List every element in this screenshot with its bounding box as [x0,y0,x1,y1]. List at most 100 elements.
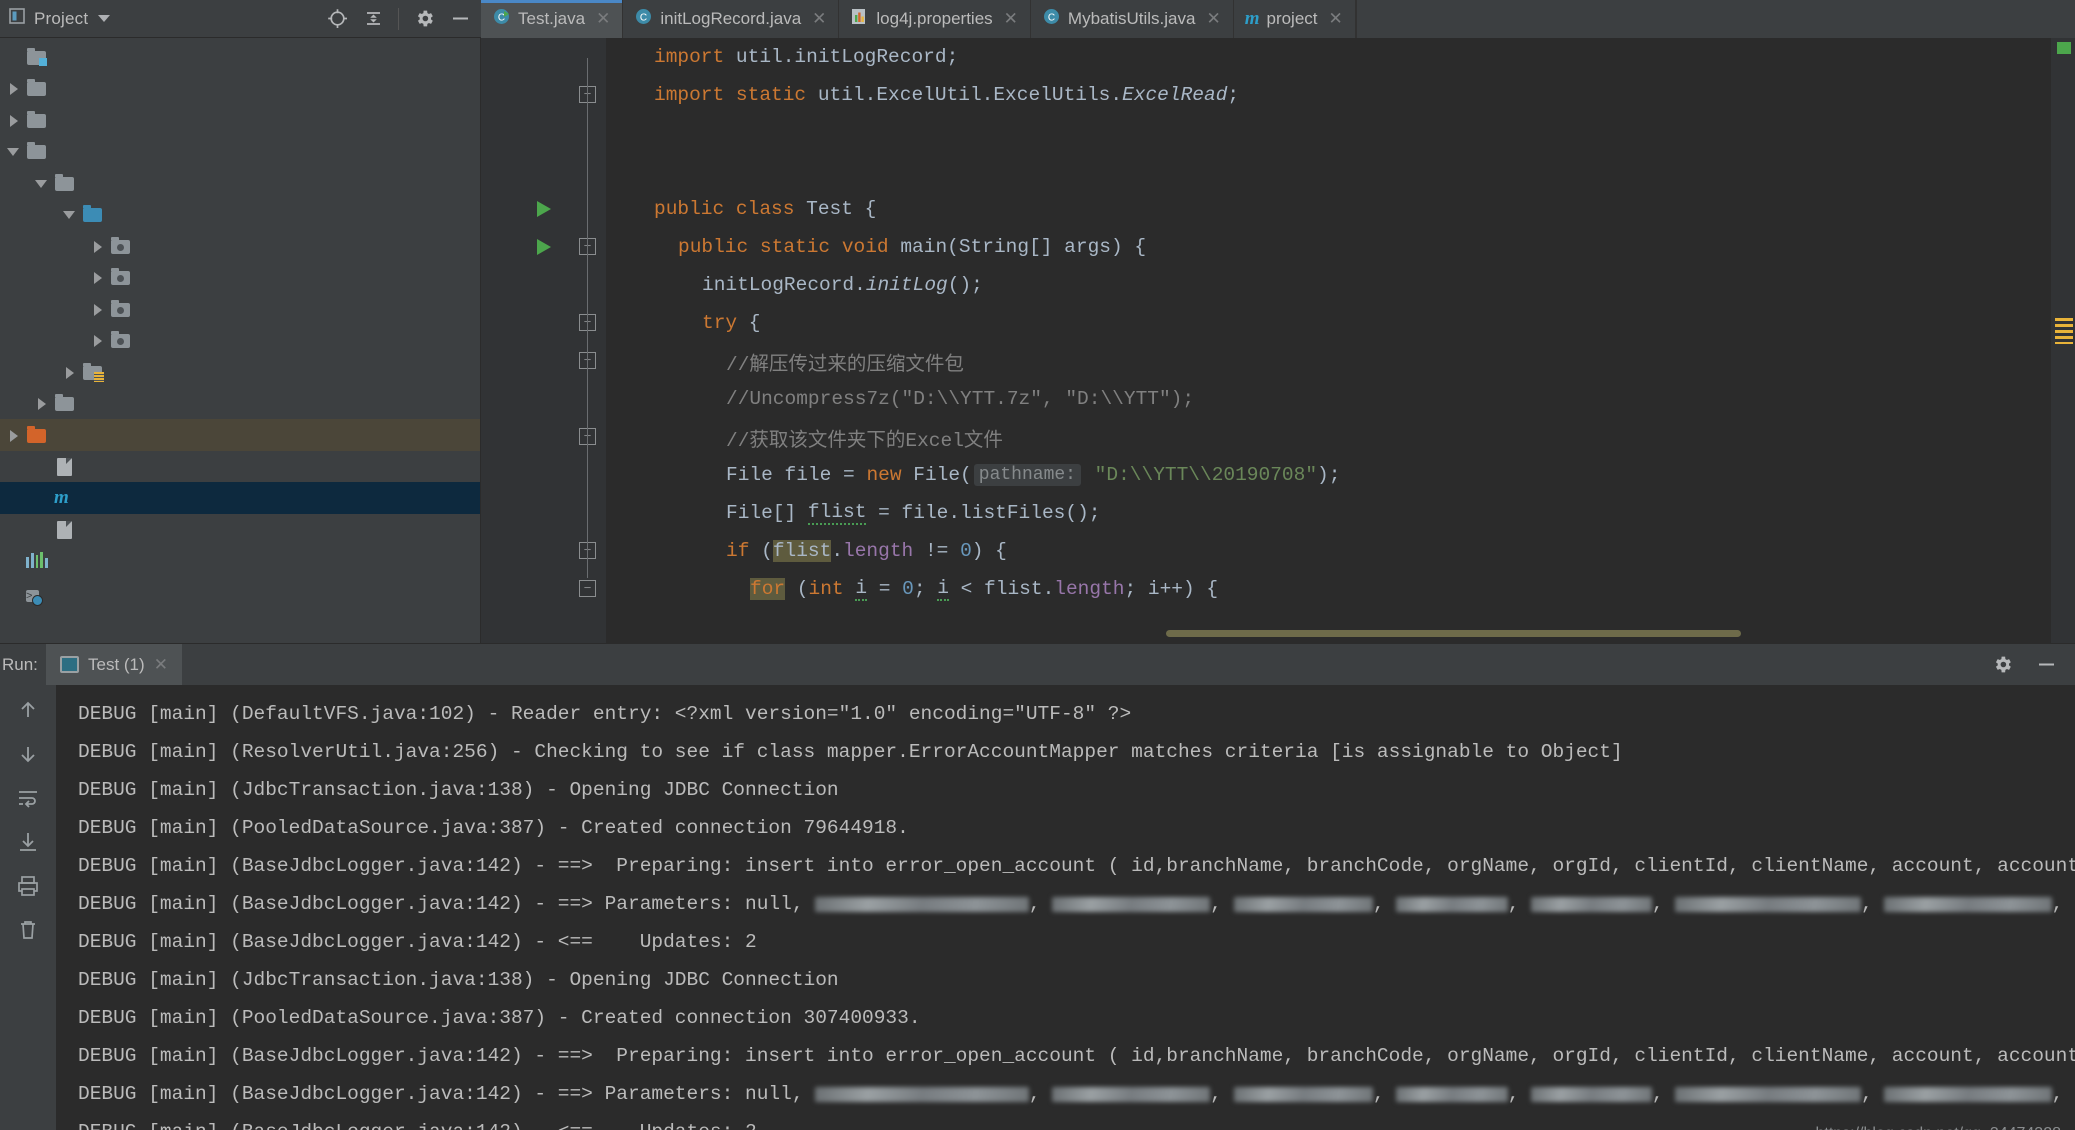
tab-label: initLogRecord.java [660,9,801,29]
code-line[interactable]: public static void main(String[] args) { [630,228,2075,266]
code-line[interactable]: initLogRecord.initLog(); [630,266,2075,304]
print-icon[interactable] [14,873,42,899]
code-line[interactable]: //获取该文件夹下的Excel文件 [630,418,2075,456]
tree-item-logs[interactable] [0,104,480,136]
run-gutter-icon[interactable] [537,239,551,255]
libraries-icon [26,552,48,570]
code-line[interactable]: //Uncompress7z("D:\\YTT.7z", "D:\\YTT"); [630,380,2075,418]
collapse-arrow-icon[interactable] [4,142,24,160]
tree-item-target[interactable] [0,419,480,451]
close-icon[interactable]: ✕ [1329,9,1343,29]
close-icon[interactable]: ✕ [596,9,610,29]
tab-mybatisutils-java[interactable]: C MybatisUtils.java ✕ [1031,0,1234,38]
redacted-value [1052,1087,1210,1102]
code-editor[interactable]: −−−−−−− import util.initLogRecord;import… [481,38,2075,643]
code-line[interactable]: for (int i = 0; i < flist.length; i++) { [630,570,2075,608]
code-token: = [867,578,902,600]
console-text: DEBUG [main] (JdbcTransaction.java:138) … [78,969,839,991]
code-token: pathname: [974,464,1081,486]
close-icon[interactable]: ✕ [154,655,168,675]
editor-code-area[interactable]: import util.initLogRecord;import static … [606,38,2075,643]
expand-arrow-icon[interactable] [88,237,108,255]
tree-item-scratches-and-consoles[interactable]: >_ [0,577,480,609]
expand-arrow-icon[interactable] [60,363,80,381]
code-line[interactable]: try { [630,304,2075,342]
code-line[interactable]: //解压传过来的压缩文件包 [630,342,2075,380]
tree-item-external-libraries[interactable] [0,545,480,577]
console-text: DEBUG [main] (BaseJdbcLogger.java:142) -… [78,1121,757,1130]
tree-item-main[interactable] [0,167,480,199]
editor-gutter[interactable]: −−−−−−− [481,38,606,643]
close-icon[interactable]: ✕ [1206,9,1220,29]
code-line[interactable] [630,114,2075,152]
project-tool-actions [326,8,481,30]
code-token: import static [654,84,806,106]
tree-item-util[interactable] [0,325,480,357]
horizontal-scrollbar[interactable] [1166,630,1741,637]
collapse-arrow-icon[interactable] [32,174,52,192]
close-icon[interactable]: ✕ [1004,9,1018,29]
soft-wrap-icon[interactable] [14,785,42,811]
editor-marker-bar[interactable] [2051,38,2075,643]
code-line[interactable]: import static util.ExcelUtil.ExcelUtils.… [630,76,2075,114]
tree-item-example-log[interactable] [0,451,480,483]
expand-arrow-icon[interactable] [4,79,24,97]
expand-arrow-icon[interactable] [88,331,108,349]
tree-item-resources[interactable] [0,356,480,388]
code-line[interactable]: public class Test { [630,190,2075,228]
console-text: DEBUG [main] (ResolverUtil.java:256) - C… [78,741,1623,763]
run-tab[interactable]: Test (1) ✕ [46,644,182,686]
tree-item-src[interactable] [0,136,480,168]
tree-item-pom-xml[interactable]: m [0,482,480,514]
up-arrow-icon[interactable] [14,697,42,723]
tree-item-java[interactable] [0,199,480,231]
expand-arrow-icon[interactable] [88,268,108,286]
redacted-value [1884,1087,2051,1102]
minimize-icon[interactable] [449,8,471,30]
tree-item-entity[interactable] [0,230,480,262]
console-text: DEBUG [main] (BaseJdbcLogger.java:142) -… [78,893,815,915]
code-line[interactable]: File file = new File(pathname: "D:\\YTT\… [630,456,2075,494]
expand-arrow-icon[interactable] [32,394,52,412]
tab-project[interactable]: m project ✕ [1234,0,1356,38]
tree-item-project[interactable] [0,41,480,73]
tree-item-idea[interactable] [0,73,480,105]
scroll-to-end-icon[interactable] [14,829,42,855]
chevron-down-icon[interactable] [98,15,110,22]
expand-arrow-icon[interactable] [4,426,24,444]
settings-icon[interactable] [413,8,435,30]
tree-item-test[interactable] [0,293,480,325]
redacted-value [1234,1087,1373,1102]
console-output[interactable]: DEBUG [main] (DefaultVFS.java:102) - Rea… [56,685,2075,1130]
code-line[interactable]: if (flist.length != 0) { [630,532,2075,570]
fold-marker-icon[interactable]: − [579,580,596,597]
code-line[interactable]: File[] flist = file.listFiles(); [630,494,2075,532]
tab-log4j-properties[interactable]: log4j.properties ✕ [839,0,1031,38]
folder-icon [26,111,48,129]
code-token: util.initLogRecord [724,46,946,68]
tab-test-java[interactable]: C Test.java ✕ [481,0,623,38]
run-gutter-icon[interactable] [537,201,551,217]
collapse-arrow-icon[interactable] [60,205,80,223]
tree-item-project-iml[interactable] [0,514,480,546]
minimize-icon[interactable] [2035,654,2057,676]
trash-icon[interactable] [14,917,42,943]
settings-icon[interactable] [1991,654,2013,676]
expand-arrow-icon[interactable] [88,300,108,318]
svg-text:C: C [1048,13,1055,24]
project-tree[interactable]: m >_ [0,38,481,643]
down-arrow-icon[interactable] [14,741,42,767]
expand-arrow-icon[interactable] [4,111,24,129]
code-token: if [726,540,749,562]
collapse-all-icon[interactable] [362,8,384,30]
scratches-icon: >_ [26,583,48,601]
code-token: util.ExcelUtil.ExcelUtils. [806,84,1122,106]
tree-item-test[interactable] [0,388,480,420]
tab-initlogrecord-java[interactable]: C initLogRecord.java ✕ [623,0,839,38]
code-line[interactable]: import util.initLogRecord; [630,38,2075,76]
tree-item-mapper[interactable] [0,262,480,294]
locate-icon[interactable] [326,8,348,30]
redacted-value [1234,897,1373,912]
close-icon[interactable]: ✕ [812,9,826,29]
code-line[interactable] [630,152,2075,190]
